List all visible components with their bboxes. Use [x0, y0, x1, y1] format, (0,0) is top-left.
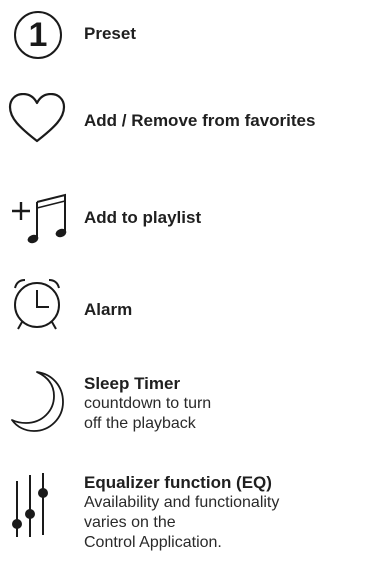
preset-number-icon: 1	[7, 10, 67, 70]
alarm-label: Alarm	[84, 300, 133, 319]
equalizer-sliders-icon	[7, 471, 67, 537]
favorites-label: Add / Remove from favorites	[84, 111, 316, 130]
equalizer-description-line-2: varies on the	[84, 514, 176, 531]
svg-text:1: 1	[29, 16, 48, 54]
equalizer-label: Equalizer function (EQ)	[84, 473, 272, 492]
sleep-timer-description-line-2: off the playback	[84, 415, 196, 432]
alarm-clock-icon	[7, 276, 67, 336]
add-to-playlist-label: Add to playlist	[84, 208, 202, 227]
crescent-moon-icon	[7, 368, 67, 432]
add-to-playlist-icon	[7, 190, 67, 250]
heart-icon	[7, 93, 67, 153]
sleep-timer-label: Sleep Timer	[84, 374, 181, 393]
equalizer-description-line-3: Control Application.	[84, 534, 222, 551]
equalizer-description-line-1: Availability and functionality	[84, 494, 280, 511]
preset-label: Preset	[84, 24, 136, 43]
sleep-timer-description-line-1: countdown to turn	[84, 395, 212, 412]
